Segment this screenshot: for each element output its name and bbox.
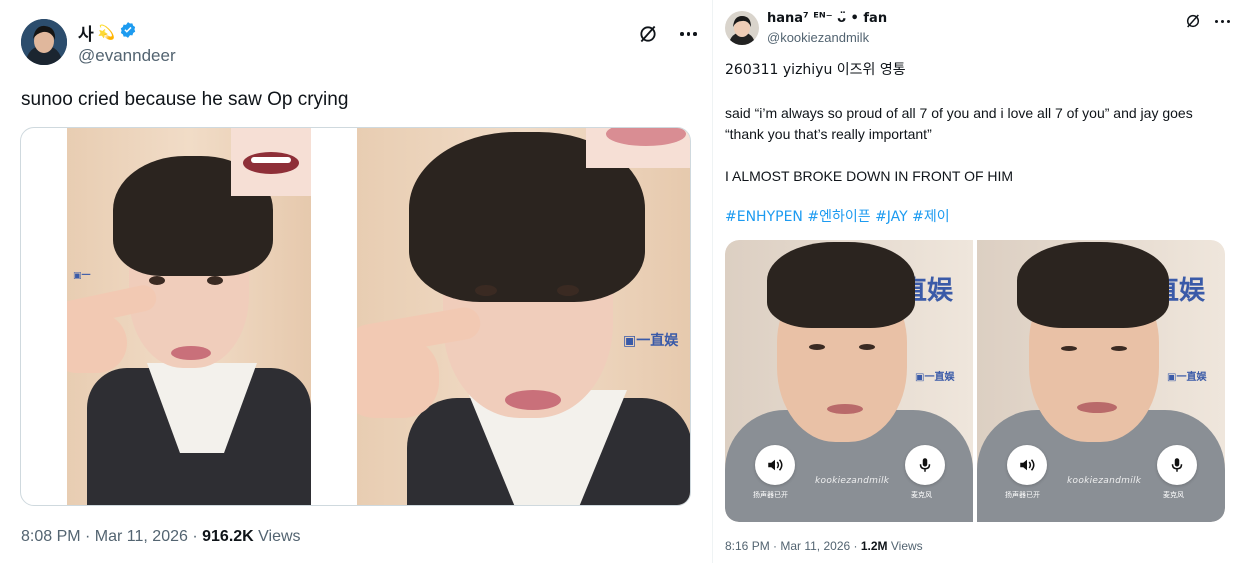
- handle[interactable]: @evanndeer: [78, 46, 176, 66]
- lips: [827, 404, 863, 414]
- inset-lips: [243, 152, 299, 174]
- tweet-meta: 8:16 PM · Mar 11, 2026 · 1.2M Views: [725, 539, 923, 553]
- eye: [859, 344, 875, 350]
- tweet-media[interactable]: ▣一 ▣一直娱: [20, 127, 691, 506]
- media-photo-2[interactable]: 直娱 ▣一直娱 扬声器已开 麦克风 kookiezandmilk: [977, 240, 1225, 522]
- wall-sign: ▣一直娱: [915, 372, 955, 383]
- grok-icon[interactable]: [638, 24, 658, 44]
- verified-badge-icon: [119, 21, 137, 44]
- media-photo-2[interactable]: ▣一直娱: [357, 128, 690, 505]
- mic-caption: 麦克风: [1163, 491, 1184, 499]
- wall-sign: ▣一直娱: [1167, 372, 1207, 383]
- tweet-media[interactable]: 直娱 ▣一直娱 扬声器已开 麦克风 kookiezandmilk 直娱 ▣一直娱: [725, 240, 1225, 522]
- hashtag-link[interactable]: #ENHYPEN: [725, 209, 803, 225]
- mic-icon[interactable]: [905, 445, 945, 485]
- hand: [357, 338, 439, 418]
- media-photo-1[interactable]: 直娱 ▣一直娱 扬声器已开 麦克风 kookiezandmilk: [725, 240, 973, 522]
- eye: [149, 276, 165, 285]
- lips: [1077, 402, 1117, 413]
- lips: [171, 346, 211, 360]
- media-photo-1[interactable]: ▣一: [67, 128, 311, 505]
- lips: [505, 390, 561, 410]
- hashtag-link[interactable]: #엔하이픈: [807, 209, 870, 225]
- speaker-caption: 扬声器已开: [1005, 491, 1040, 499]
- display-name[interactable]: 사: [78, 20, 94, 45]
- hashtag-link[interactable]: #제이: [912, 209, 950, 225]
- speaker-icon[interactable]: [1007, 445, 1047, 485]
- eye: [809, 344, 825, 350]
- avatar[interactable]: [725, 11, 759, 45]
- image-watermark: kookiezandmilk: [815, 476, 890, 486]
- inset-teeth: [251, 157, 291, 163]
- mic-caption: 麦克风: [911, 491, 932, 499]
- timestamp[interactable]: 8:08 PM · Mar 11, 2026 ·: [21, 528, 202, 545]
- speaker-caption: 扬声器已开: [753, 491, 788, 499]
- tweet-text-line-2: said “i’m always so proud of all 7 of yo…: [725, 105, 1193, 142]
- hand: [67, 313, 127, 373]
- display-name-row[interactable]: 사 💫: [78, 20, 137, 45]
- inset-mouth-1: [231, 128, 311, 196]
- timestamp[interactable]: 8:16 PM · Mar 11, 2026 ·: [725, 539, 861, 553]
- eye: [557, 285, 579, 296]
- image-watermark: kookiezandmilk: [1067, 476, 1142, 486]
- tweet-text: sunoo cried because he saw Op crying: [21, 89, 349, 110]
- name-emoji: 💫: [97, 24, 116, 41]
- display-name-row[interactable]: hana⁷ ᴱᴺ⁻ ᴗ̈ • fan: [767, 11, 887, 26]
- handle[interactable]: @kookiezandmilk: [767, 30, 869, 45]
- display-name[interactable]: hana⁷ ᴱᴺ⁻ ᴗ̈ • fan: [767, 11, 887, 26]
- tweet-meta: 8:08 PM · Mar 11, 2026 · 916.2K Views: [21, 528, 301, 546]
- inset-mouth-2: [586, 128, 690, 168]
- wall-sign: ▣一: [73, 271, 91, 281]
- more-icon[interactable]: [680, 32, 697, 36]
- wall-sign: ▣一直娱: [623, 333, 679, 349]
- speaker-icon[interactable]: [755, 445, 795, 485]
- hashtags: #ENHYPEN #엔하이픈 #JAY #제이: [725, 208, 950, 226]
- more-icon[interactable]: [1215, 19, 1230, 23]
- avatar[interactable]: [21, 19, 67, 65]
- eye: [1111, 346, 1127, 351]
- hair: [767, 242, 915, 328]
- views-count: 916.2K: [202, 528, 254, 545]
- eye: [475, 285, 497, 296]
- inset-lips: [606, 128, 686, 146]
- tweet-text-line-1: 260311 yizhiyu 이즈위 영통: [725, 62, 906, 78]
- tweet-right: hana⁷ ᴱᴺ⁻ ᴗ̈ • fan @kookiezandmilk 26031…: [712, 0, 1240, 563]
- eye: [1061, 346, 1077, 351]
- tweet-left: 사 💫 @evanndeer sunoo cried because he sa…: [0, 0, 710, 563]
- views-count: 1.2M: [860, 539, 888, 553]
- hair: [1017, 242, 1169, 328]
- grok-icon[interactable]: [1185, 13, 1201, 29]
- tweet-text-line-3: I ALMOST BROKE DOWN IN FRONT OF HIM: [725, 168, 1014, 184]
- eye: [207, 276, 223, 285]
- views-label: Views: [887, 539, 923, 553]
- mic-icon[interactable]: [1157, 445, 1197, 485]
- hashtag-link[interactable]: #JAY: [875, 209, 908, 225]
- views-label: Views: [253, 528, 301, 545]
